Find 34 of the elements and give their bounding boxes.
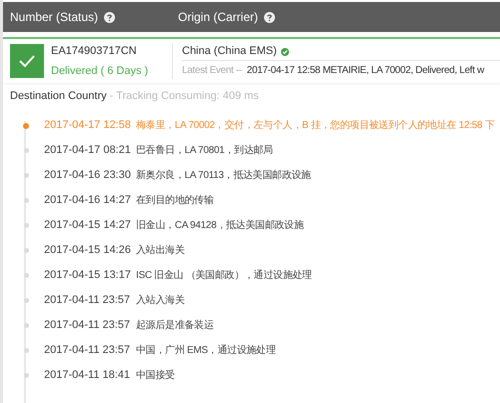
- event-text: 旧金山，CA 94128，抵达美国邮政设施: [136, 218, 304, 233]
- help-icon[interactable]: [264, 12, 276, 22]
- status-text: Delivered ( 6 Days ): [51, 64, 148, 78]
- event-time: 2017-04-16 23:30: [44, 168, 132, 184]
- event-text: 入站出海关: [136, 244, 185, 258]
- event-text: ISC 旧金山 （美国邮政），通过设施处理: [136, 268, 312, 283]
- event-text: 新奥尔良，LA 70113，抵达美国邮政设施: [136, 168, 311, 183]
- event-time: 2017-04-15 13:17: [44, 268, 132, 284]
- event-time: 2017-04-15 14:26: [44, 243, 132, 258]
- event-text: 在到目的地的传输: [136, 194, 214, 208]
- latest-event-label: Latest Event --: [182, 64, 242, 78]
- event-time: 2017-04-17 12:58: [44, 118, 132, 134]
- destination-title: Destination Country: [10, 88, 107, 104]
- origin-carrier: China (China EMS): [182, 44, 277, 60]
- event-text: 中国，广州 EMS，通过设施处理: [136, 344, 276, 358]
- column-header[interactable]: Number (Status): [10, 8, 98, 26]
- event-text: 起源后是准备装运: [136, 318, 214, 333]
- column-header[interactable]: Origin (Carrier): [178, 8, 258, 26]
- event-time: 2017-04-17 08:21: [44, 143, 132, 158]
- tracking-info: - Tracking Consuming: 409 ms: [110, 88, 259, 104]
- event-text: 中国接受: [136, 368, 175, 383]
- event-text: 入站入海关: [136, 294, 185, 308]
- help-icon[interactable]: [104, 12, 116, 22]
- event-time: 2017-04-16 14:27: [44, 193, 132, 208]
- event-time: 2017-04-11 23:57: [44, 343, 132, 358]
- check-icon: [19, 55, 35, 67]
- event-text: 巴吞鲁日，LA 70801，到达邮局: [136, 144, 273, 158]
- tracking-number: EA174903717CN: [51, 44, 138, 59]
- event-text: 梅泰里，LA 70002，交付，左与个人，B 挂，您的项目被送到个人的地址在 12:58 下: [136, 118, 494, 133]
- latest-event: 2017-04-17 12:58 METAIRIE, LA 70002, Delivered, Left w: [246, 64, 484, 78]
- event-time: 2017-04-11 23:57: [44, 318, 132, 334]
- event-time: 2017-04-15 14:27: [44, 218, 132, 234]
- event-time: 2017-04-11 18:41: [44, 368, 132, 384]
- event-time: 2017-04-11 23:57: [44, 293, 132, 308]
